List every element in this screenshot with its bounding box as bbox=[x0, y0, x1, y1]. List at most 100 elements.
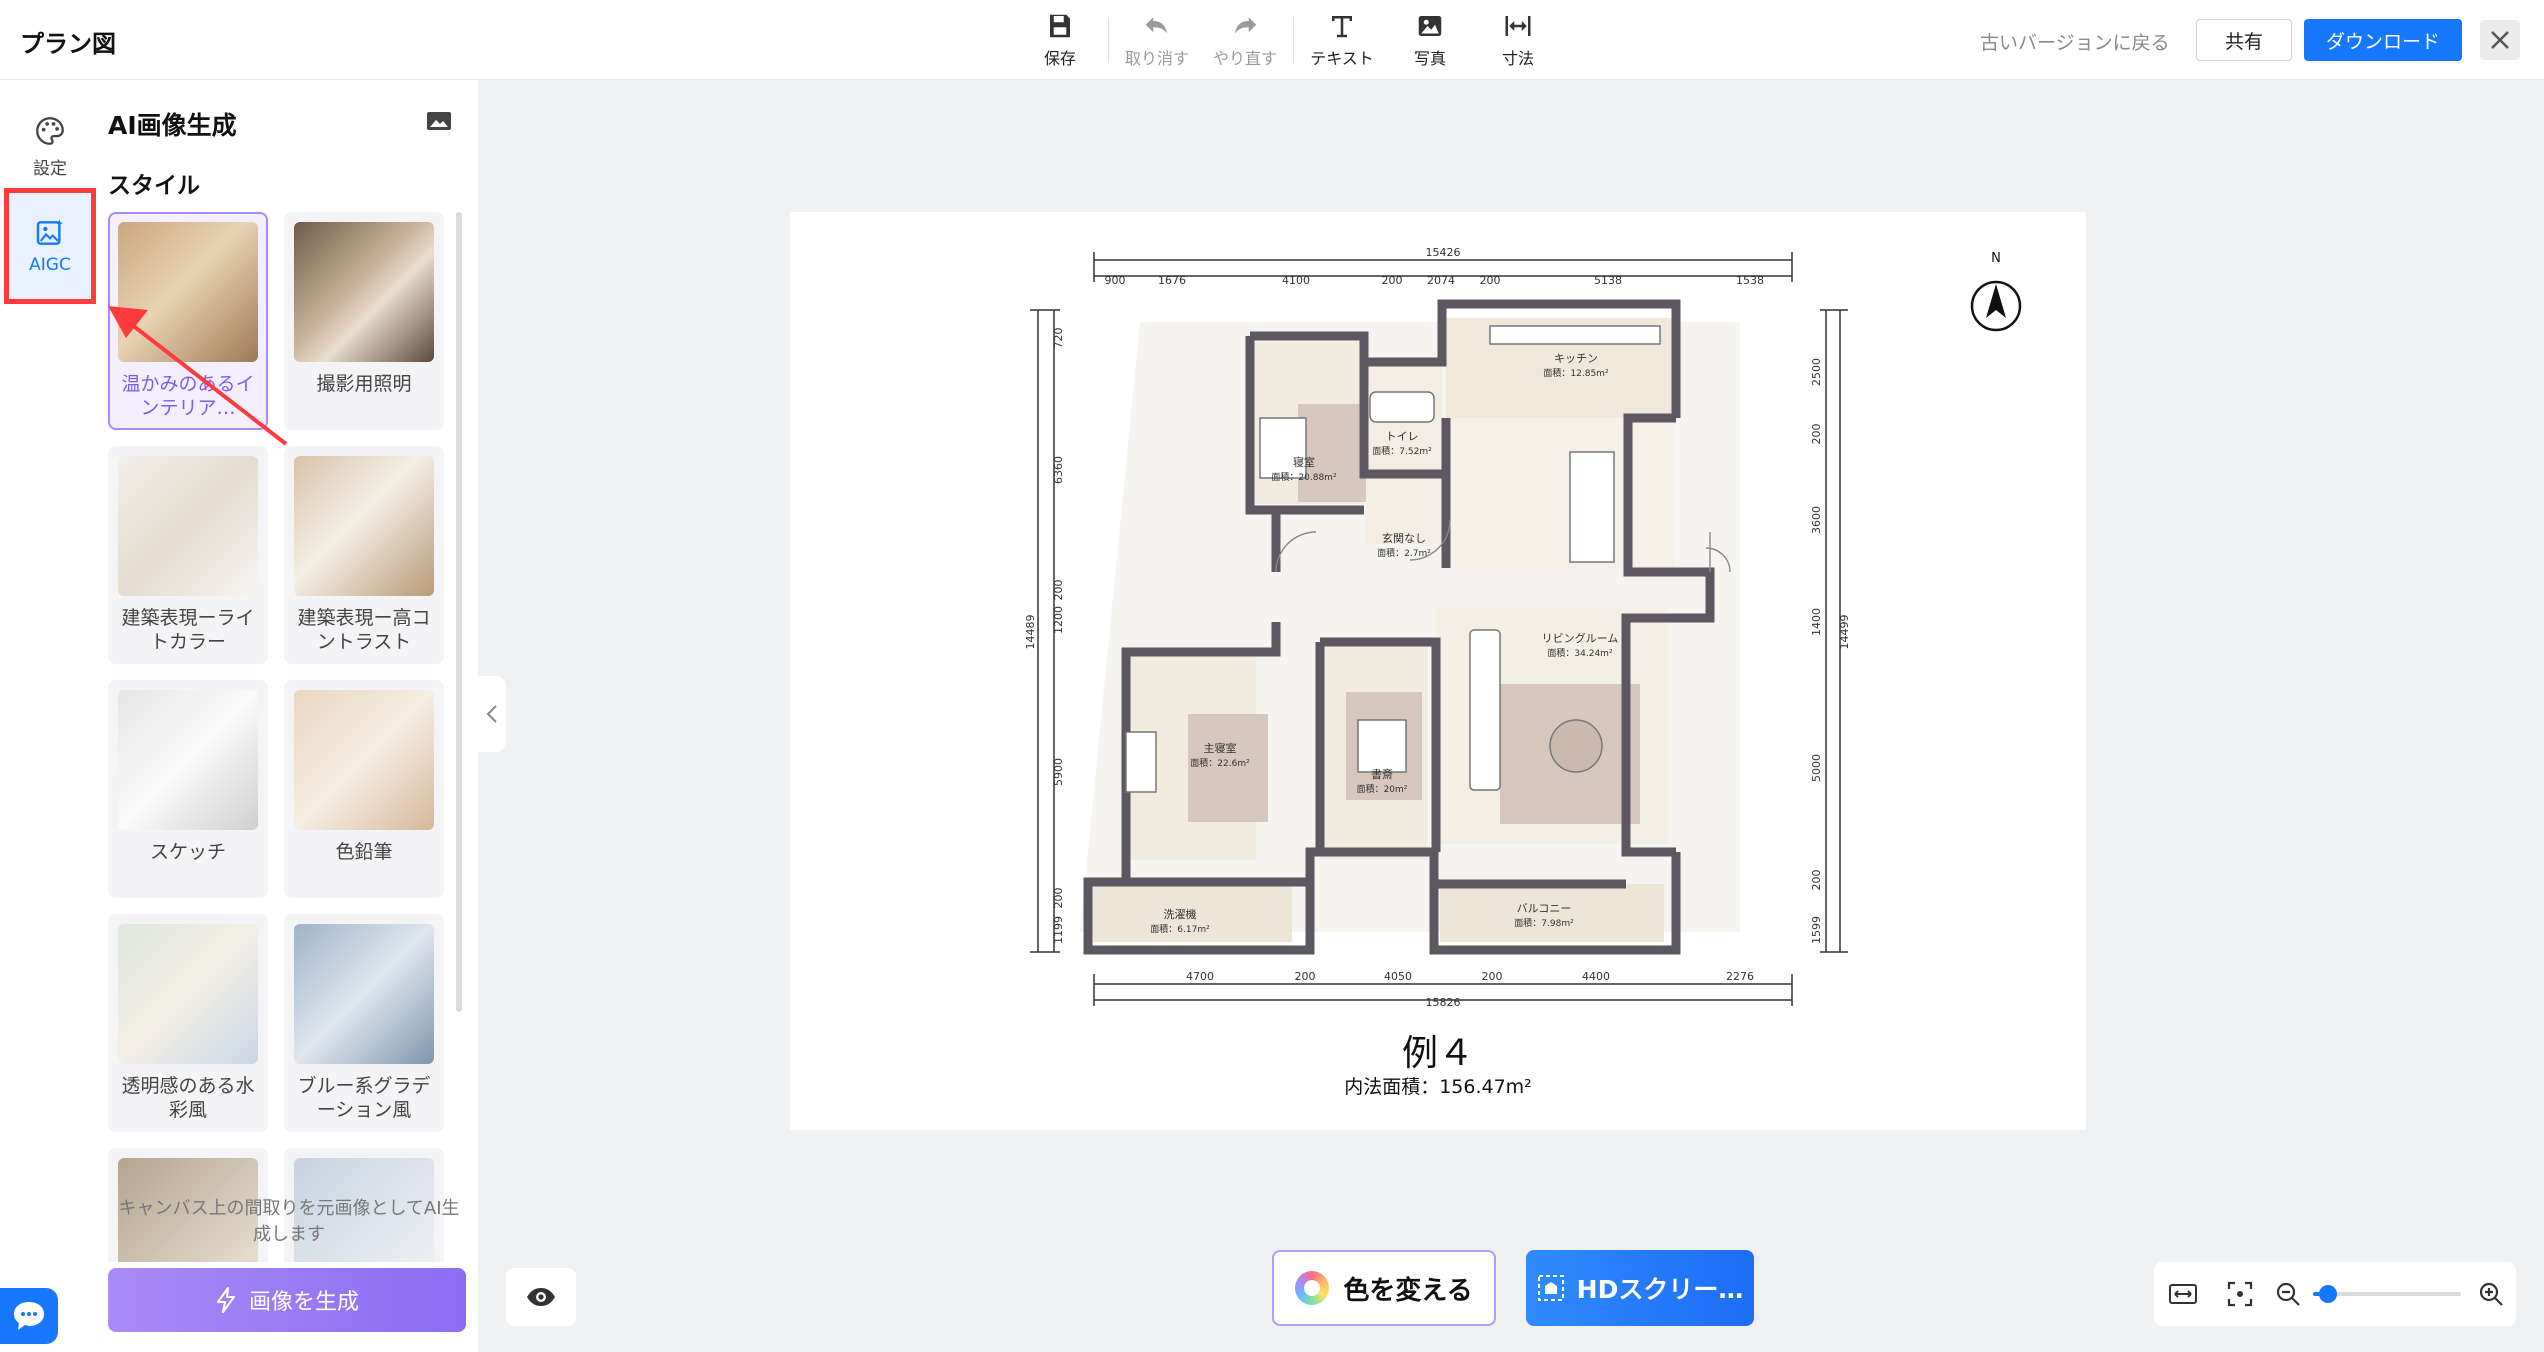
gallery-icon[interactable] bbox=[426, 110, 452, 132]
fit-screen-icon bbox=[2227, 1281, 2252, 1307]
collapse-panel-button[interactable] bbox=[478, 676, 506, 752]
svg-text:200: 200 bbox=[1052, 888, 1065, 909]
svg-text:14499: 14499 bbox=[1838, 615, 1851, 650]
svg-text:720: 720 bbox=[1052, 328, 1065, 349]
svg-text:5138: 5138 bbox=[1594, 274, 1622, 287]
svg-text:面積：22.6m²: 面積：22.6m² bbox=[1190, 757, 1250, 769]
annotation-arrow bbox=[108, 306, 288, 446]
svg-text:4100: 4100 bbox=[1282, 274, 1310, 287]
svg-text:1676: 1676 bbox=[1158, 274, 1186, 287]
svg-text:2074: 2074 bbox=[1427, 274, 1455, 287]
photo-button[interactable]: 写真 bbox=[1402, 11, 1458, 69]
save-button[interactable]: 保存 bbox=[1032, 11, 1088, 69]
fit-screen-button[interactable] bbox=[2211, 1262, 2268, 1326]
style-thumbnail bbox=[294, 222, 434, 362]
svg-text:900: 900 bbox=[1105, 274, 1126, 287]
chevron-left-icon bbox=[486, 705, 497, 723]
toggle-visibility-button[interactable] bbox=[506, 1268, 576, 1326]
style-card-arch-light[interactable]: 建築表現ーライトカラー bbox=[108, 446, 268, 664]
chat-support-button[interactable] bbox=[0, 1288, 58, 1344]
text-icon bbox=[1332, 16, 1352, 38]
style-thumbnail bbox=[294, 456, 434, 596]
svg-text:200: 200 bbox=[1810, 870, 1823, 891]
svg-text:面積：7.98m²: 面積：7.98m² bbox=[1514, 917, 1574, 929]
left-rail: 設定 AIGC bbox=[0, 80, 100, 1352]
zoom-out-icon bbox=[2276, 1282, 2300, 1306]
generate-image-button[interactable]: 画像を生成 bbox=[108, 1268, 466, 1332]
svg-text:玄関なし: 玄関なし bbox=[1382, 531, 1426, 545]
svg-text:面積：20m²: 面積：20m² bbox=[1357, 783, 1408, 795]
style-card-arch-contrast[interactable]: 建築表現ー高コントラスト bbox=[284, 446, 444, 664]
color-wheel-icon bbox=[1295, 1271, 1330, 1305]
style-card-watercolor[interactable]: 透明感のある水彩風 bbox=[108, 914, 268, 1132]
svg-text:14489: 14489 bbox=[1024, 615, 1037, 650]
toolbar-divider bbox=[1293, 17, 1294, 63]
undo-button[interactable]: 取り消す bbox=[1125, 11, 1189, 69]
svg-text:200: 200 bbox=[1295, 970, 1316, 983]
share-button[interactable]: 共有 bbox=[2196, 19, 2292, 61]
svg-text:面積：7.52m²: 面積：7.52m² bbox=[1372, 445, 1432, 457]
style-thumbnail bbox=[118, 690, 258, 830]
svg-text:洗濯機: 洗濯機 bbox=[1164, 907, 1197, 921]
toolbar: 保存 取り消す やり直す テキスト 写真 寸法 bbox=[1016, 10, 1562, 70]
panel-title: AI画像生成 bbox=[108, 111, 237, 140]
style-card-studio-lighting[interactable]: 撮影用照明 bbox=[284, 212, 444, 430]
plan-area: 内法面積：156.47m² bbox=[1344, 1076, 1532, 1098]
plan-canvas[interactable]: 15426 900 1676 4100 200 2074 200 5138 15… bbox=[790, 212, 2086, 1130]
text-button[interactable]: テキスト bbox=[1310, 11, 1374, 69]
dim-bottom-total: 15826 bbox=[1426, 996, 1461, 1009]
plan-name: 例４ bbox=[1401, 1033, 1474, 1074]
rail-item-settings[interactable]: 設定 bbox=[4, 92, 96, 200]
lightning-icon bbox=[216, 1287, 235, 1313]
style-section-title: スタイル bbox=[108, 173, 200, 199]
hd-camera-icon bbox=[1537, 1274, 1565, 1302]
redo-icon bbox=[1235, 17, 1257, 34]
fit-width-button[interactable] bbox=[2154, 1262, 2211, 1326]
style-card-color-pencil[interactable]: 色鉛筆 bbox=[284, 680, 444, 898]
chat-bubble-icon bbox=[14, 1302, 44, 1330]
svg-text:1199: 1199 bbox=[1052, 916, 1065, 944]
svg-text:1538: 1538 bbox=[1736, 274, 1764, 287]
dimension-button[interactable]: 寸法 bbox=[1490, 11, 1546, 69]
svg-text:5900: 5900 bbox=[1052, 758, 1065, 786]
svg-text:6360: 6360 bbox=[1052, 456, 1065, 484]
north-compass: N bbox=[1970, 251, 2022, 332]
hd-screenshot-button[interactable]: HDスクリー… bbox=[1526, 1250, 1754, 1326]
svg-text:2276: 2276 bbox=[1726, 970, 1754, 983]
svg-text:N: N bbox=[1991, 251, 2001, 266]
toolbar-divider bbox=[1108, 17, 1109, 63]
change-color-button[interactable]: 色を変える bbox=[1272, 1250, 1496, 1326]
download-button[interactable]: ダウンロード bbox=[2304, 19, 2462, 61]
svg-text:4050: 4050 bbox=[1384, 970, 1412, 983]
fit-width-icon bbox=[2168, 1284, 2197, 1304]
app-title: プラン図 bbox=[20, 30, 116, 58]
svg-text:1599: 1599 bbox=[1810, 916, 1823, 944]
svg-text:1400: 1400 bbox=[1810, 608, 1823, 636]
eye-icon bbox=[527, 1288, 555, 1306]
redo-button[interactable]: やり直す bbox=[1213, 11, 1277, 69]
revert-version-link[interactable]: 古いバージョンに戻る bbox=[1980, 28, 2170, 55]
zoom-out-button[interactable] bbox=[2268, 1262, 2307, 1326]
zoom-in-button[interactable] bbox=[2467, 1262, 2516, 1326]
undo-icon bbox=[1145, 17, 1167, 34]
close-button[interactable] bbox=[2480, 20, 2520, 60]
zoom-slider[interactable] bbox=[2313, 1285, 2461, 1303]
svg-text:200: 200 bbox=[1810, 424, 1823, 445]
svg-text:200: 200 bbox=[1052, 580, 1065, 601]
zoom-slider-handle[interactable] bbox=[2319, 1285, 2338, 1303]
style-card-sketch[interactable]: スケッチ bbox=[108, 680, 268, 898]
svg-text:リビングルーム: リビングルーム bbox=[1542, 631, 1619, 645]
photo-icon bbox=[1418, 16, 1442, 36]
svg-text:5000: 5000 bbox=[1810, 754, 1823, 782]
dimension-icon bbox=[1505, 16, 1531, 36]
svg-text:2500: 2500 bbox=[1810, 358, 1823, 386]
svg-text:200: 200 bbox=[1382, 274, 1403, 287]
svg-text:書斎: 書斎 bbox=[1371, 767, 1393, 781]
svg-text:1200: 1200 bbox=[1052, 606, 1065, 634]
style-card-blue-gradient[interactable]: ブルー系グラデーション風 bbox=[284, 914, 444, 1132]
svg-text:トイレ: トイレ bbox=[1386, 430, 1419, 443]
rail-item-aigc[interactable]: AIGC bbox=[4, 188, 96, 304]
svg-text:4700: 4700 bbox=[1186, 970, 1214, 983]
zoom-controls bbox=[2154, 1262, 2516, 1326]
panel-scrollbar[interactable] bbox=[456, 212, 462, 1012]
